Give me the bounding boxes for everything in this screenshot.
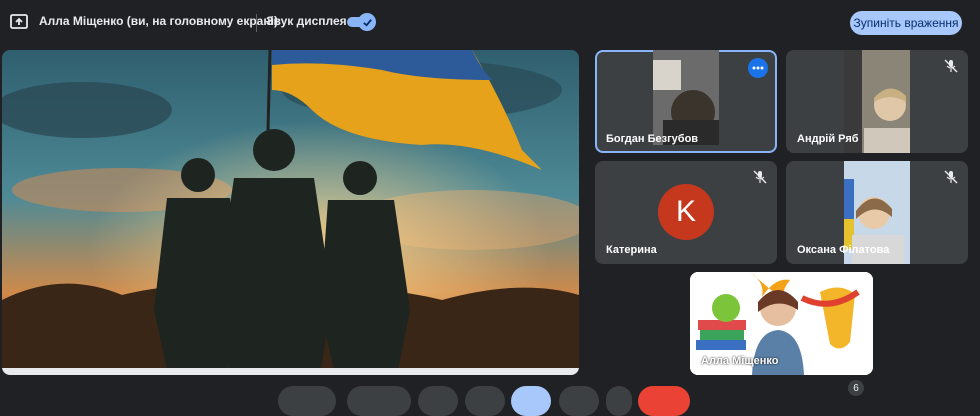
present-screen-icon	[10, 14, 28, 29]
more-options-icon	[752, 66, 764, 70]
participant-tile[interactable]: K Катерина	[595, 161, 777, 264]
participant-video	[653, 50, 719, 145]
participant-name: Андрій Ряб	[797, 133, 859, 145]
mic-button[interactable]	[278, 386, 336, 416]
participant-name: Алла Міщенко	[701, 355, 779, 367]
more-button[interactable]	[606, 386, 632, 416]
raise-hand-button[interactable]	[559, 386, 599, 416]
mic-off-icon	[944, 59, 958, 73]
participant-name: Катерина	[606, 244, 657, 256]
captions-button[interactable]	[418, 386, 458, 416]
presenting-bar: Алла Міщенко (ви, на головному екрані) З…	[0, 0, 980, 44]
participants-count-badge: 6	[848, 380, 864, 396]
check-icon	[362, 18, 372, 27]
reactions-button[interactable]	[465, 386, 505, 416]
divider	[256, 14, 257, 32]
presenting-label: Алла Міщенко (ви, на головному екрані)	[39, 14, 278, 28]
participant-tile[interactable]: Богдан Безгубов	[595, 50, 777, 153]
mic-off-icon	[753, 170, 767, 184]
mic-off-icon	[944, 170, 958, 184]
participant-name: Оксана Філатова	[797, 244, 890, 256]
participant-tile[interactable]: Оксана Філатова	[786, 161, 968, 264]
shared-screen-image	[2, 50, 579, 375]
present-button[interactable]	[511, 386, 551, 416]
display-sound-toggle[interactable]	[345, 13, 376, 31]
self-view-tile[interactable]: Алла Міщенко	[690, 272, 873, 375]
shared-screen	[2, 50, 579, 375]
participant-name: Богдан Безгубов	[606, 133, 699, 145]
stop-presenting-button[interactable]: Зупиніть враження	[850, 11, 962, 35]
more-options-button[interactable]	[748, 58, 768, 78]
avatar: K	[658, 184, 714, 240]
display-sound-label: Звук дисплея	[266, 14, 347, 28]
participant-tile[interactable]: Андрій Ряб	[786, 50, 968, 153]
camera-button[interactable]	[347, 386, 411, 416]
leave-call-button[interactable]	[638, 386, 690, 416]
